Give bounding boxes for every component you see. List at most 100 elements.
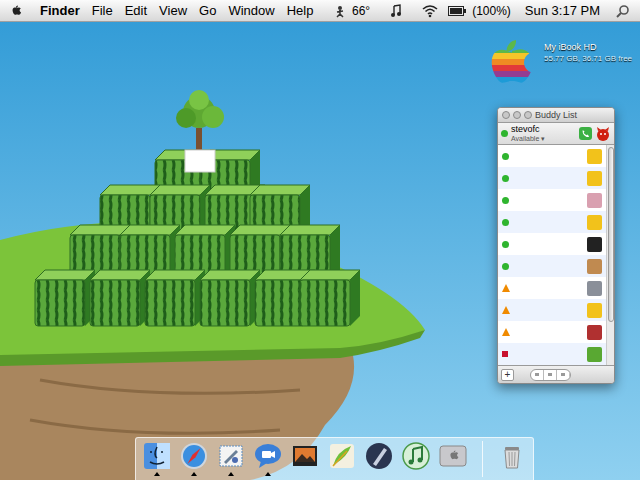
spotlight-icon[interactable] <box>616 4 630 18</box>
menu-item[interactable]: File <box>86 1 119 21</box>
desktop: FinderFileEditViewGoWindowHelp 66° (100%) S… <box>0 0 640 480</box>
icon-detail: 55.77 GB, 36.71 GB free <box>544 53 632 64</box>
buddy-row[interactable] <box>498 343 606 365</box>
buddy-avatar-icon <box>587 259 602 274</box>
chat-action-button[interactable] <box>544 370 557 380</box>
buddy-avatar-icon <box>587 325 602 340</box>
title-bar[interactable]: Buddy List <box>498 108 614 123</box>
available-status-icon <box>502 175 509 182</box>
music-icon[interactable] <box>390 4 402 18</box>
account-bar: stevofcAvailable ▾ <box>498 123 614 145</box>
buddy-row[interactable] <box>498 211 606 233</box>
buddy-row[interactable] <box>498 189 606 211</box>
account-status-icon <box>501 130 508 137</box>
away-status-icon <box>502 306 510 314</box>
wifi-icon[interactable] <box>422 4 438 18</box>
running-indicator <box>376 472 382 476</box>
dock-item[interactable] <box>363 441 395 476</box>
menu-bar: FinderFileEditViewGoWindowHelp 66° (100%) S… <box>0 0 640 22</box>
menu-item[interactable]: Window <box>222 1 280 21</box>
temperature[interactable]: 66° <box>352 2 370 20</box>
rainbow-apple-icon <box>484 36 540 84</box>
available-status-icon <box>502 197 509 204</box>
running-indicator <box>228 472 234 476</box>
phone-icon[interactable] <box>579 127 592 140</box>
system-preferences-icon <box>438 441 468 471</box>
window-title: Buddy List <box>535 109 577 121</box>
itunes-icon <box>401 441 431 471</box>
buddy-avatar-icon <box>587 303 602 318</box>
window-control-button[interactable] <box>513 111 521 119</box>
running-indicator <box>191 472 197 476</box>
apple-menu-icon[interactable] <box>10 3 24 19</box>
feather-icon <box>327 441 357 471</box>
window-control-button[interactable] <box>524 111 532 119</box>
buddy-row[interactable] <box>498 321 606 343</box>
buddy-row[interactable] <box>498 145 606 167</box>
buddy-row[interactable] <box>498 255 606 277</box>
devil-avatar-icon[interactable] <box>595 126 611 142</box>
away-status-icon <box>502 284 510 292</box>
battery-icon[interactable] <box>448 6 466 16</box>
available-status-icon <box>502 241 509 248</box>
buddy-avatar-icon <box>587 215 602 230</box>
dock-item[interactable] <box>400 441 432 476</box>
running-indicator <box>339 472 345 476</box>
available-status-icon <box>502 263 509 270</box>
running-indicator <box>265 472 271 476</box>
dock-item[interactable] <box>289 441 321 476</box>
menu-item[interactable]: Edit <box>119 1 153 21</box>
dock-item[interactable] <box>252 441 284 476</box>
buddy-list-window[interactable]: Buddy List stevofcAvailable ▾ + <box>497 107 615 384</box>
buddy-row[interactable] <box>498 299 606 321</box>
weather-icon[interactable] <box>334 4 346 18</box>
battery-level[interactable]: (100%) <box>472 2 511 20</box>
iphoto-icon <box>290 441 320 471</box>
running-indicator <box>509 472 515 476</box>
buddy-row[interactable] <box>498 233 606 255</box>
dock-item[interactable] <box>178 441 210 476</box>
running-indicator <box>154 472 160 476</box>
buddy-list <box>498 145 614 365</box>
account-name: stevofc <box>511 125 576 134</box>
trash-icon <box>497 441 527 471</box>
add-buddy-button[interactable]: + <box>501 369 514 381</box>
buddy-avatar-icon <box>587 149 602 164</box>
dock-item[interactable] <box>437 441 469 476</box>
dock-item[interactable] <box>496 441 528 476</box>
ichat-icon <box>253 441 283 471</box>
window-control-button[interactable] <box>502 111 510 119</box>
app-menu[interactable]: Finder <box>34 1 86 21</box>
bottom-bar: + <box>498 365 614 383</box>
menu-item[interactable]: View <box>153 1 193 21</box>
status-menu[interactable]: Available ▾ <box>511 134 576 143</box>
scrollbar[interactable] <box>606 145 614 365</box>
running-indicator <box>450 472 456 476</box>
scroll-thumb[interactable] <box>608 147 614 322</box>
desktop-icon[interactable]: My iBook HD55.77 GB, 36.71 GB free <box>484 36 632 84</box>
menu-item[interactable]: Go <box>193 1 222 21</box>
dock-separator <box>482 441 483 477</box>
buddy-avatar-icon <box>587 193 602 208</box>
finder-icon <box>142 441 172 471</box>
running-indicator <box>413 472 419 476</box>
buddy-row[interactable] <box>498 277 606 299</box>
buddy-row[interactable] <box>498 167 606 189</box>
safari-icon <box>179 441 209 471</box>
menu-item[interactable]: Help <box>281 1 320 21</box>
chat-action-button[interactable] <box>531 370 544 380</box>
dock-item[interactable] <box>326 441 358 476</box>
dock <box>135 437 534 480</box>
dock-item[interactable] <box>215 441 247 476</box>
pen-app-icon <box>364 441 394 471</box>
mail-icon <box>216 441 246 471</box>
buddy-avatar-icon <box>587 281 602 296</box>
chat-action-button[interactable] <box>557 370 570 380</box>
dock-item[interactable] <box>141 441 173 476</box>
away-status-icon <box>502 328 510 336</box>
available-status-icon <box>502 153 509 160</box>
running-indicator <box>302 472 308 476</box>
clock[interactable]: Sun 3:17 PM <box>525 1 600 21</box>
icon-label: My iBook HD <box>544 42 632 53</box>
buddy-avatar-icon <box>587 347 602 362</box>
